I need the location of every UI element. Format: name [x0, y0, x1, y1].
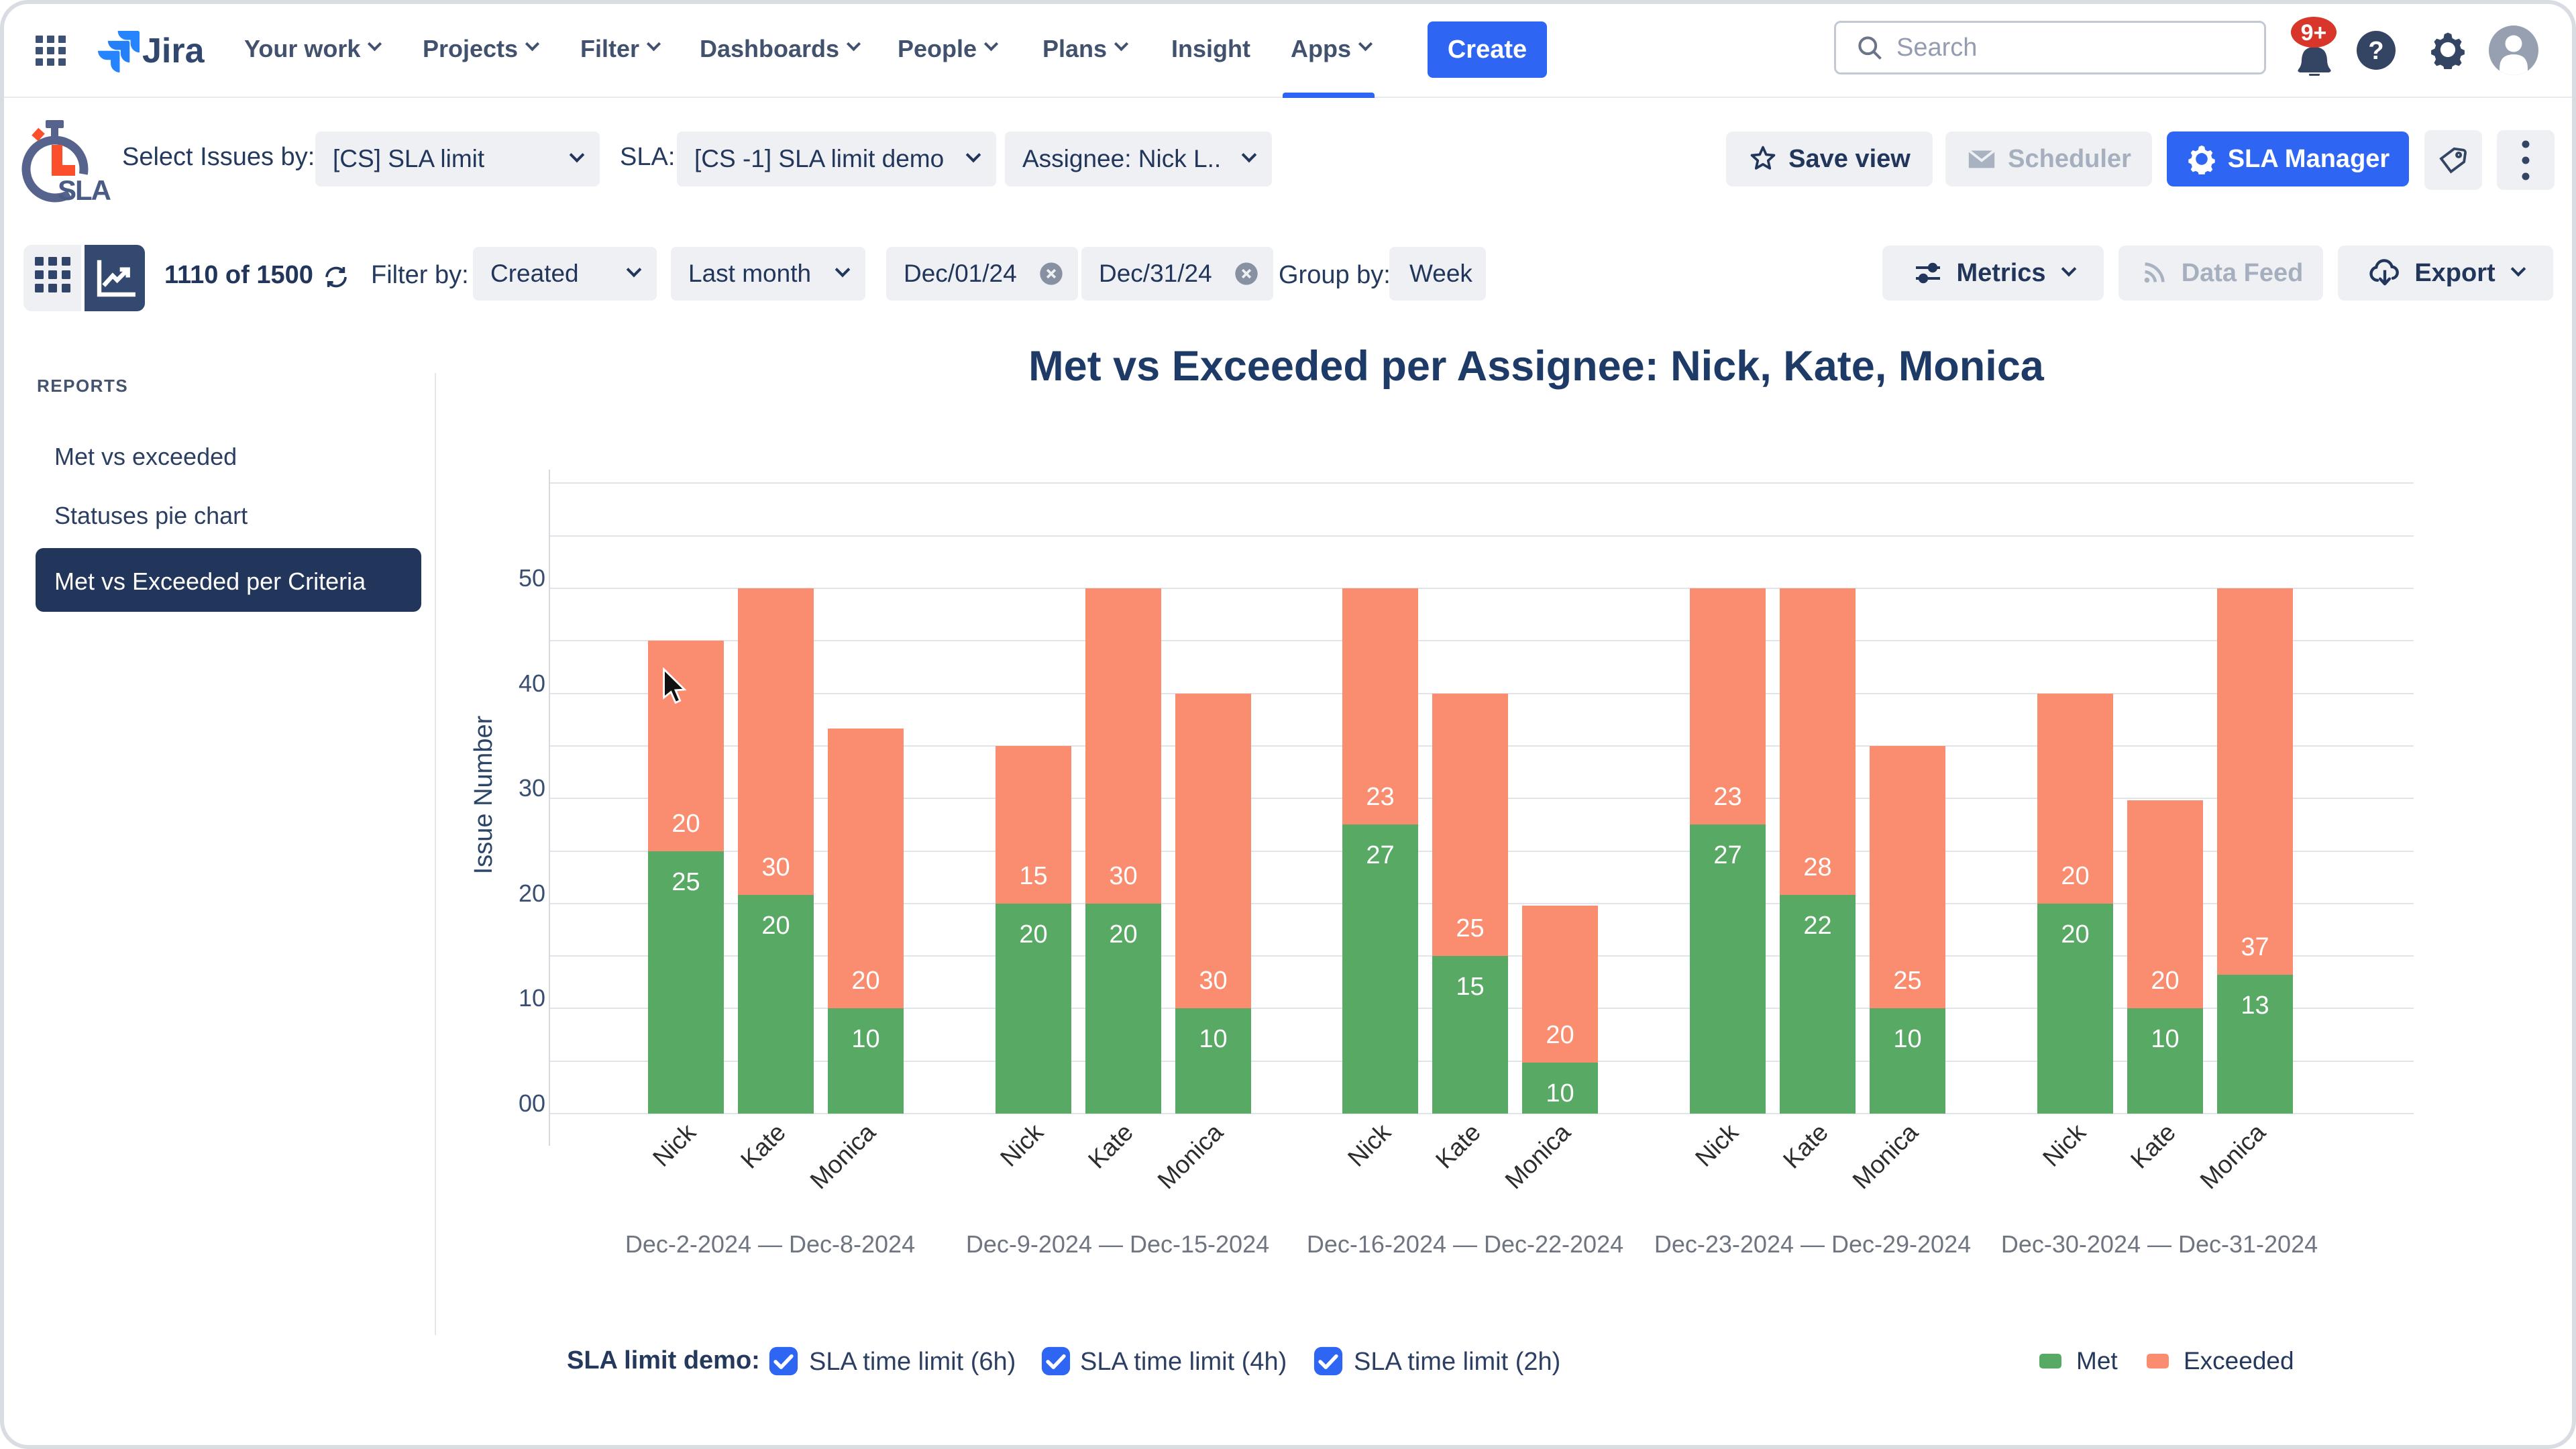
svg-text:9+: 9+: [2301, 20, 2327, 46]
svg-text:?: ?: [2368, 37, 2383, 65]
svg-text:SLA: SLA: [58, 174, 111, 206]
